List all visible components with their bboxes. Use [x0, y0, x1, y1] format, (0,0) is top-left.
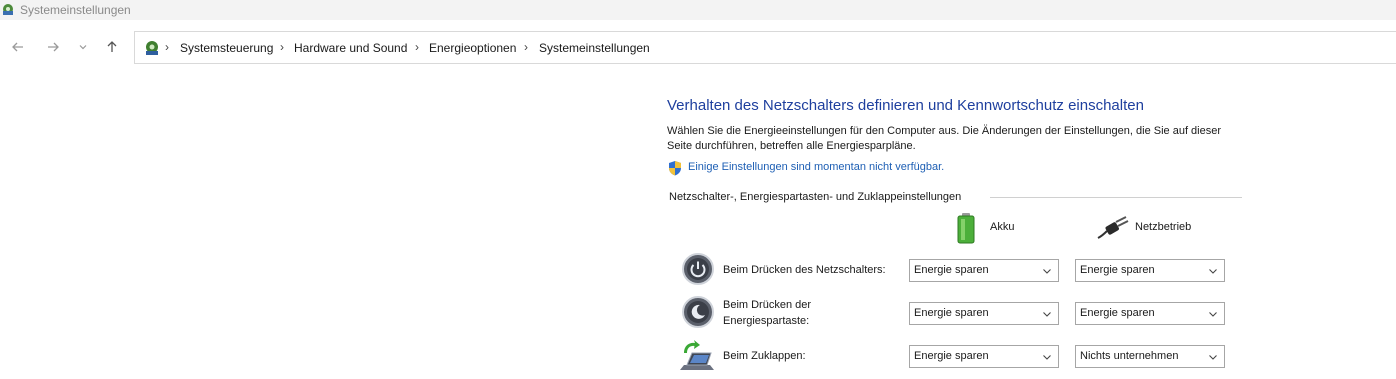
select-value: Energie sparen [914, 264, 989, 276]
row-lid-close-label: Beim Zuklappen: [723, 350, 806, 362]
back-arrow-icon[interactable] [7, 36, 29, 58]
breadcrumb-systemeinstellungen[interactable]: Systemeinstellungen [539, 41, 650, 55]
column-battery-label: Akku [990, 221, 1015, 233]
chevron-down-icon [1043, 355, 1051, 360]
breadcrumb-systemsteuerung[interactable]: Systemsteuerung [180, 41, 273, 55]
column-plugged-in-label: Netzbetrieb [1135, 221, 1192, 233]
recent-chevron-icon[interactable] [72, 36, 94, 58]
up-arrow-icon[interactable] [101, 36, 123, 58]
power-button-battery-select[interactable]: Energie sparen [909, 259, 1059, 282]
breadcrumb-separator: › [415, 40, 419, 54]
sleep-button-icon [682, 296, 714, 328]
laptop-lid-icon [680, 340, 714, 370]
select-value: Energie sparen [1080, 264, 1155, 276]
lid-close-battery-select[interactable]: Energie sparen [909, 345, 1059, 368]
group-divider [990, 197, 1242, 198]
chevron-down-icon [1043, 269, 1051, 274]
sleep-button-plugged-in-select[interactable]: Energie sparen [1075, 302, 1225, 325]
chevron-down-icon [1209, 269, 1217, 274]
breadcrumb-energieoptionen[interactable]: Energieoptionen [429, 41, 516, 55]
power-button-plugged-in-select[interactable]: Energie sparen [1075, 259, 1225, 282]
breadcrumb-separator: › [280, 40, 284, 54]
page-heading: Verhalten des Netzschalters definieren u… [667, 97, 1144, 114]
forward-arrow-icon[interactable] [42, 36, 64, 58]
row-sleep-button-label-line2: Energiespartaste: [723, 315, 810, 327]
title-bar: Systemeinstellungen [0, 0, 1396, 20]
control-panel-icon [146, 41, 158, 55]
control-panel-icon [3, 4, 13, 15]
window-title: Systemeinstellungen [20, 3, 131, 17]
battery-icon [957, 213, 975, 244]
uac-shield-icon [669, 161, 681, 176]
chevron-down-icon [1043, 312, 1051, 317]
unavailable-settings-link[interactable]: Einige Einstellungen sind momentan nicht… [688, 161, 944, 173]
select-value: Energie sparen [914, 307, 989, 319]
address-bar[interactable]: › Systemsteuerung › Hardware und Sound ›… [134, 31, 1396, 64]
chevron-down-icon [1209, 312, 1217, 317]
page-description: Wählen Sie die Energieeinstellungen für … [667, 125, 1222, 152]
breadcrumb-separator: › [165, 40, 169, 54]
select-value: Nichts unternehmen [1080, 350, 1179, 362]
select-value: Energie sparen [914, 350, 989, 362]
breadcrumb-separator: › [524, 40, 528, 54]
breadcrumb-hardware-und-sound[interactable]: Hardware und Sound [294, 41, 407, 55]
sleep-button-battery-select[interactable]: Energie sparen [909, 302, 1059, 325]
select-value: Energie sparen [1080, 307, 1155, 319]
power-button-icon [682, 253, 714, 285]
power-plug-icon [1097, 216, 1129, 239]
chevron-down-icon [1209, 355, 1217, 360]
row-power-button-label: Beim Drücken des Netzschalters: [723, 264, 886, 276]
navigation-bar: › Systemsteuerung › Hardware und Sound ›… [0, 20, 1396, 76]
lid-close-plugged-in-select[interactable]: Nichts unternehmen [1075, 345, 1225, 368]
group-label: Netzschalter-, Energiespartasten- und Zu… [669, 191, 962, 203]
row-sleep-button-label-line1: Beim Drücken der [723, 299, 812, 311]
